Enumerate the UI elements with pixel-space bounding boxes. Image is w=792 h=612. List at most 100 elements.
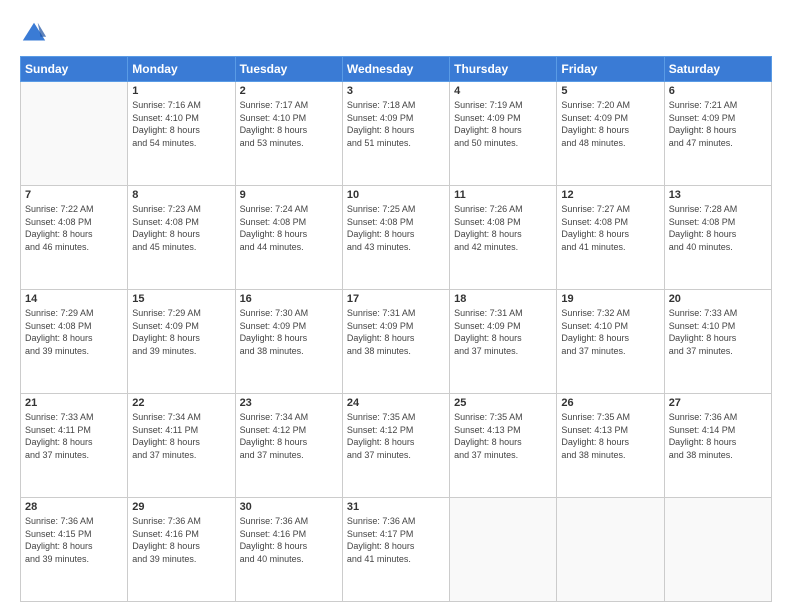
day-number: 1 — [132, 85, 230, 97]
day-number: 2 — [240, 85, 338, 97]
header — [20, 16, 772, 48]
day-number: 16 — [240, 293, 338, 305]
col-header-wednesday: Wednesday — [342, 57, 449, 82]
logo-icon — [20, 20, 48, 48]
day-info: Sunrise: 7:33 AM Sunset: 4:11 PM Dayligh… — [25, 411, 123, 461]
day-number: 23 — [240, 397, 338, 409]
day-number: 12 — [561, 189, 659, 201]
logo — [20, 20, 52, 48]
day-number: 8 — [132, 189, 230, 201]
day-cell: 12 Sunrise: 7:27 AM Sunset: 4:08 PM Dayli… — [557, 186, 664, 290]
day-info: Sunrise: 7:34 AM Sunset: 4:12 PM Dayligh… — [240, 411, 338, 461]
week-row-3: 14 Sunrise: 7:29 AM Sunset: 4:08 PM Dayli… — [21, 290, 772, 394]
header-row: SundayMondayTuesdayWednesdayThursdayFrid… — [21, 57, 772, 82]
day-cell: 19 Sunrise: 7:32 AM Sunset: 4:10 PM Dayli… — [557, 290, 664, 394]
day-info: Sunrise: 7:31 AM Sunset: 4:09 PM Dayligh… — [347, 307, 445, 357]
day-info: Sunrise: 7:27 AM Sunset: 4:08 PM Dayligh… — [561, 203, 659, 253]
day-info: Sunrise: 7:31 AM Sunset: 4:09 PM Dayligh… — [454, 307, 552, 357]
day-cell: 30 Sunrise: 7:36 AM Sunset: 4:16 PM Dayli… — [235, 498, 342, 602]
day-cell: 20 Sunrise: 7:33 AM Sunset: 4:10 PM Dayli… — [664, 290, 771, 394]
day-cell — [450, 498, 557, 602]
day-number: 19 — [561, 293, 659, 305]
col-header-friday: Friday — [557, 57, 664, 82]
week-row-4: 21 Sunrise: 7:33 AM Sunset: 4:11 PM Dayli… — [21, 394, 772, 498]
day-info: Sunrise: 7:29 AM Sunset: 4:08 PM Dayligh… — [25, 307, 123, 357]
day-number: 11 — [454, 189, 552, 201]
day-info: Sunrise: 7:30 AM Sunset: 4:09 PM Dayligh… — [240, 307, 338, 357]
col-header-thursday: Thursday — [450, 57, 557, 82]
day-number: 22 — [132, 397, 230, 409]
day-cell: 13 Sunrise: 7:28 AM Sunset: 4:08 PM Dayli… — [664, 186, 771, 290]
day-cell: 16 Sunrise: 7:30 AM Sunset: 4:09 PM Dayli… — [235, 290, 342, 394]
day-cell: 18 Sunrise: 7:31 AM Sunset: 4:09 PM Dayli… — [450, 290, 557, 394]
day-cell: 29Sunrise: 7:36 AM Sunset: 4:16 PM Dayli… — [128, 498, 235, 602]
day-info: Sunrise: 7:32 AM Sunset: 4:10 PM Dayligh… — [561, 307, 659, 357]
day-info: Sunrise: 7:20 AM Sunset: 4:09 PM Dayligh… — [561, 99, 659, 149]
day-cell: 17 Sunrise: 7:31 AM Sunset: 4:09 PM Dayli… — [342, 290, 449, 394]
day-cell: 10Sunrise: 7:25 AM Sunset: 4:08 PM Dayli… — [342, 186, 449, 290]
day-number: 20 — [669, 293, 767, 305]
day-number: 21 — [25, 397, 123, 409]
day-number: 15 — [132, 293, 230, 305]
day-cell: 5 Sunrise: 7:20 AM Sunset: 4:09 PM Daylig… — [557, 82, 664, 186]
day-info: Sunrise: 7:36 AM Sunset: 4:14 PM Dayligh… — [669, 411, 767, 461]
day-cell — [557, 498, 664, 602]
day-number: 27 — [669, 397, 767, 409]
day-number: 13 — [669, 189, 767, 201]
day-cell: 24Sunrise: 7:35 AM Sunset: 4:12 PM Dayli… — [342, 394, 449, 498]
day-info: Sunrise: 7:24 AM Sunset: 4:08 PM Dayligh… — [240, 203, 338, 253]
calendar-table: SundayMondayTuesdayWednesdayThursdayFrid… — [20, 56, 772, 602]
day-info: Sunrise: 7:35 AM Sunset: 4:13 PM Dayligh… — [454, 411, 552, 461]
day-cell: 6Sunrise: 7:21 AM Sunset: 4:09 PM Daylig… — [664, 82, 771, 186]
day-info: Sunrise: 7:19 AM Sunset: 4:09 PM Dayligh… — [454, 99, 552, 149]
day-info: Sunrise: 7:33 AM Sunset: 4:10 PM Dayligh… — [669, 307, 767, 357]
week-row-2: 7 Sunrise: 7:22 AM Sunset: 4:08 PM Daylig… — [21, 186, 772, 290]
day-number: 7 — [25, 189, 123, 201]
day-number: 25 — [454, 397, 552, 409]
day-cell: 25 Sunrise: 7:35 AM Sunset: 4:13 PM Dayli… — [450, 394, 557, 498]
day-info: Sunrise: 7:36 AM Sunset: 4:16 PM Dayligh… — [240, 515, 338, 565]
day-number: 14 — [25, 293, 123, 305]
day-number: 30 — [240, 501, 338, 513]
day-cell: 1 Sunrise: 7:16 AM Sunset: 4:10 PM Daylig… — [128, 82, 235, 186]
day-number: 9 — [240, 189, 338, 201]
day-cell: 4 Sunrise: 7:19 AM Sunset: 4:09 PM Daylig… — [450, 82, 557, 186]
day-number: 26 — [561, 397, 659, 409]
day-cell: 3Sunrise: 7:18 AM Sunset: 4:09 PM Daylig… — [342, 82, 449, 186]
day-cell: 27 Sunrise: 7:36 AM Sunset: 4:14 PM Dayli… — [664, 394, 771, 498]
day-info: Sunrise: 7:16 AM Sunset: 4:10 PM Dayligh… — [132, 99, 230, 149]
col-header-saturday: Saturday — [664, 57, 771, 82]
day-info: Sunrise: 7:28 AM Sunset: 4:08 PM Dayligh… — [669, 203, 767, 253]
day-number: 18 — [454, 293, 552, 305]
day-number: 10 — [347, 189, 445, 201]
day-info: Sunrise: 7:36 AM Sunset: 4:15 PM Dayligh… — [25, 515, 123, 565]
day-info: Sunrise: 7:21 AM Sunset: 4:09 PM Dayligh… — [669, 99, 767, 149]
col-header-sunday: Sunday — [21, 57, 128, 82]
day-number: 17 — [347, 293, 445, 305]
day-number: 31 — [347, 501, 445, 513]
day-info: Sunrise: 7:22 AM Sunset: 4:08 PM Dayligh… — [25, 203, 123, 253]
day-number: 3 — [347, 85, 445, 97]
day-cell: 2Sunrise: 7:17 AM Sunset: 4:10 PM Daylig… — [235, 82, 342, 186]
col-header-tuesday: Tuesday — [235, 57, 342, 82]
day-info: Sunrise: 7:36 AM Sunset: 4:17 PM Dayligh… — [347, 515, 445, 565]
day-number: 24 — [347, 397, 445, 409]
day-cell: 14 Sunrise: 7:29 AM Sunset: 4:08 PM Dayli… — [21, 290, 128, 394]
day-cell: 15 Sunrise: 7:29 AM Sunset: 4:09 PM Dayli… — [128, 290, 235, 394]
day-cell: 22 Sunrise: 7:34 AM Sunset: 4:11 PM Dayli… — [128, 394, 235, 498]
day-info: Sunrise: 7:23 AM Sunset: 4:08 PM Dayligh… — [132, 203, 230, 253]
day-cell: 23 Sunrise: 7:34 AM Sunset: 4:12 PM Dayli… — [235, 394, 342, 498]
day-cell: 21 Sunrise: 7:33 AM Sunset: 4:11 PM Dayli… — [21, 394, 128, 498]
day-info: Sunrise: 7:29 AM Sunset: 4:09 PM Dayligh… — [132, 307, 230, 357]
day-info: Sunrise: 7:36 AM Sunset: 4:16 PM Dayligh… — [132, 515, 230, 565]
week-row-5: 28 Sunrise: 7:36 AM Sunset: 4:15 PM Dayli… — [21, 498, 772, 602]
day-number: 5 — [561, 85, 659, 97]
day-number: 4 — [454, 85, 552, 97]
day-cell — [664, 498, 771, 602]
day-cell: 28 Sunrise: 7:36 AM Sunset: 4:15 PM Dayli… — [21, 498, 128, 602]
day-info: Sunrise: 7:34 AM Sunset: 4:11 PM Dayligh… — [132, 411, 230, 461]
day-cell — [21, 82, 128, 186]
col-header-monday: Monday — [128, 57, 235, 82]
day-info: Sunrise: 7:35 AM Sunset: 4:13 PM Dayligh… — [561, 411, 659, 461]
day-number: 28 — [25, 501, 123, 513]
